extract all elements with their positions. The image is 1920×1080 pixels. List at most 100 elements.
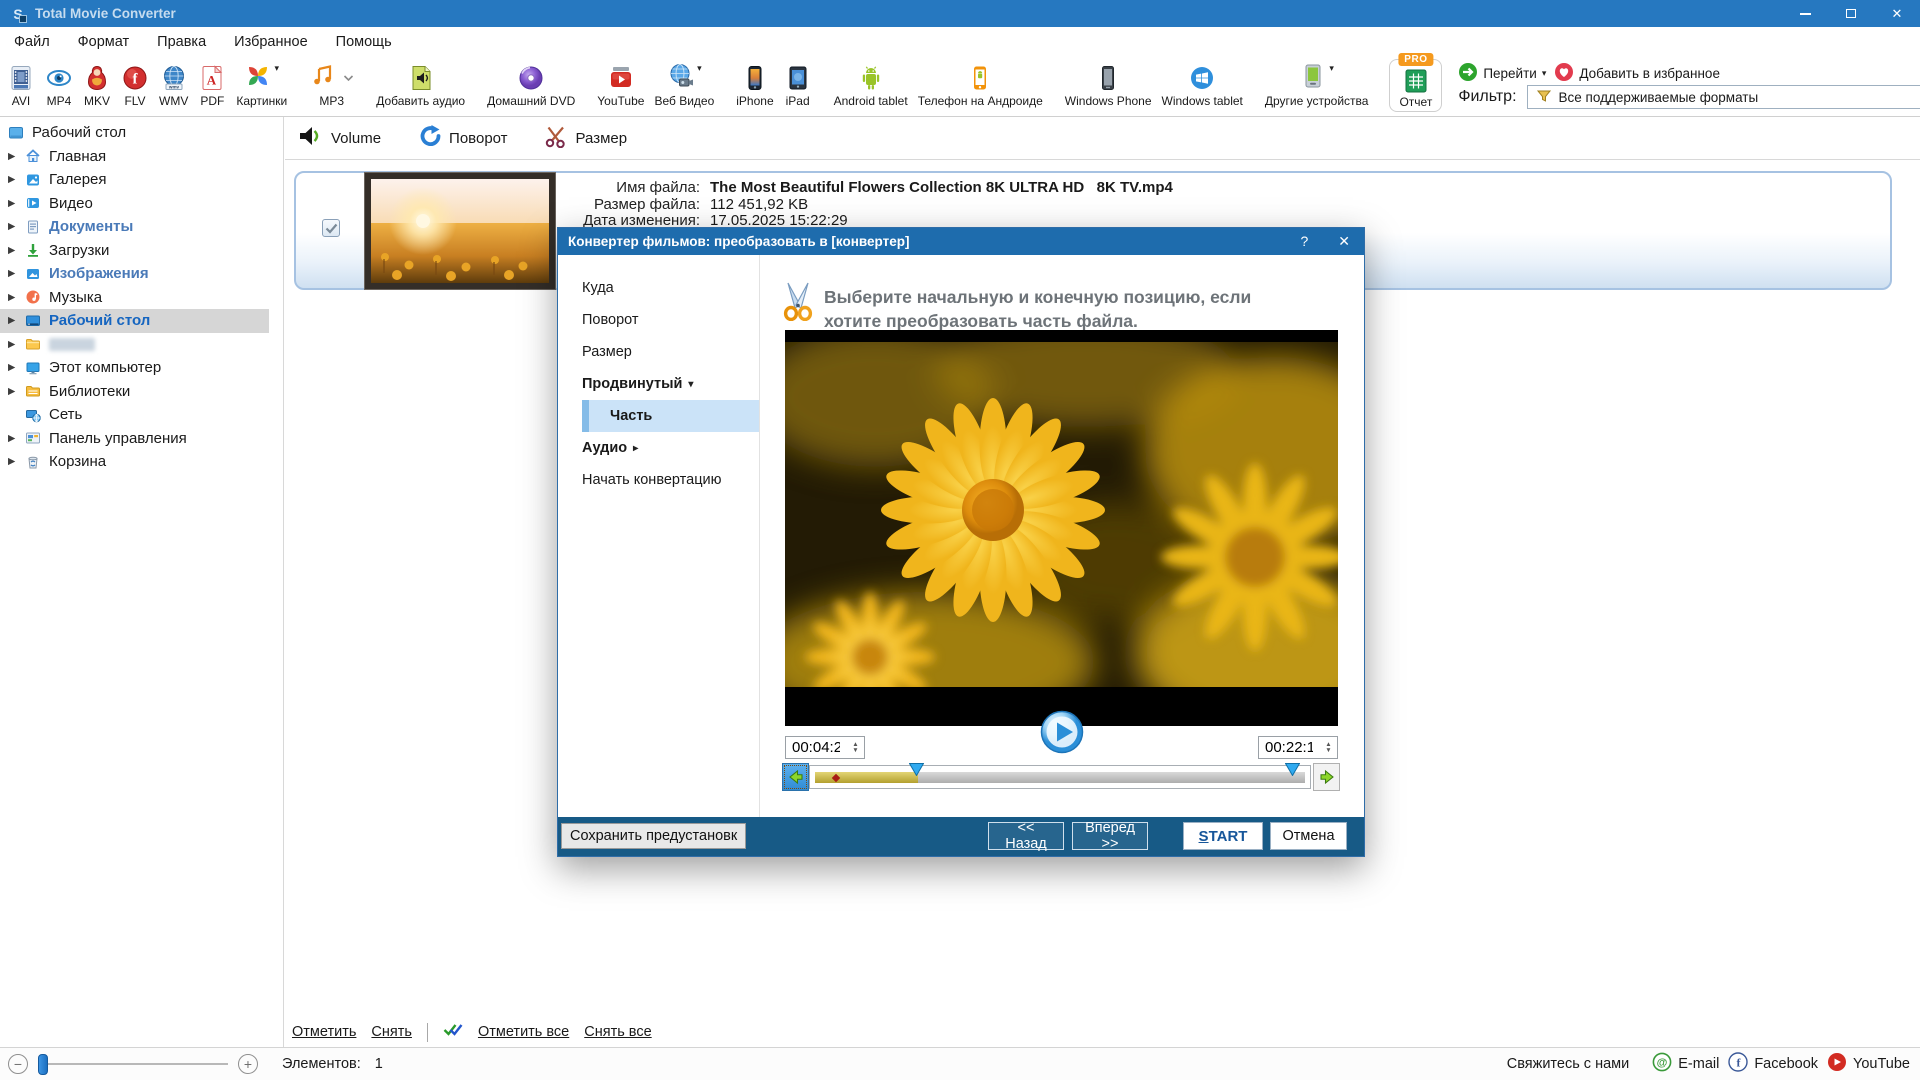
rotate-button[interactable]: Поворот <box>417 124 508 152</box>
goto-button[interactable]: Перейти ▾ <box>1458 62 1546 85</box>
android-phone-button[interactable]: Телефон на Андроиде <box>913 56 1048 116</box>
spinner-arrows-icon[interactable]: ▲▼ <box>849 742 864 753</box>
sidebar-item-control-panel[interactable]: ▶ Панель управления <box>0 427 269 451</box>
back-button[interactable]: << Назад <box>988 822 1064 850</box>
convert-mp3-button[interactable]: MP3 <box>304 56 359 116</box>
trim-range-slider[interactable] <box>809 765 1311 789</box>
forward-button[interactable]: Вперед >> <box>1072 822 1148 850</box>
save-preset-button[interactable]: Сохранить предустановк <box>561 823 746 849</box>
expand-arrow-icon[interactable]: ▶ <box>8 386 25 397</box>
start-button[interactable]: START <box>1183 822 1263 850</box>
iphone-button[interactable]: iPhone <box>731 56 778 116</box>
menu-format[interactable]: Формат <box>64 34 144 50</box>
zoom-slider[interactable] <box>38 1063 228 1065</box>
expand-arrow-icon[interactable]: ▶ <box>8 315 25 326</box>
end-time-input[interactable] <box>1259 738 1315 757</box>
expand-arrow-icon[interactable]: ▶ <box>8 151 25 162</box>
convert-wmv-button[interactable]: wmv WMV <box>154 56 193 116</box>
sidebar-item-folder-redacted[interactable]: ▶ <box>0 333 269 357</box>
expand-arrow-icon[interactable]: ▶ <box>8 292 25 303</box>
close-button[interactable]: ✕ <box>1874 0 1920 27</box>
youtube-link[interactable]: YouTube <box>1827 1052 1910 1076</box>
menu-help[interactable]: Помощь <box>322 34 406 50</box>
expand-arrow-icon[interactable]: ▶ <box>8 456 25 467</box>
convert-mkv-button[interactable]: MKV <box>78 56 116 116</box>
other-devices-button[interactable]: ▾ Другие устройства <box>1260 56 1374 116</box>
dialog-nav-size[interactable]: Размер <box>558 336 759 368</box>
expand-arrow-icon[interactable]: ▶ <box>8 174 25 185</box>
start-handle-icon[interactable] <box>909 763 924 776</box>
end-time-spinbox[interactable]: ▲▼ <box>1258 736 1338 759</box>
expand-arrow-icon[interactable]: ▶ <box>8 198 25 209</box>
dialog-nav-audio[interactable]: Аудио▸ <box>558 432 759 464</box>
convert-mp4-button[interactable]: MP4 <box>40 56 78 116</box>
resize-button[interactable]: Размер <box>544 124 628 152</box>
add-favorite-button[interactable]: Добавить в избранное <box>1554 62 1720 85</box>
zoom-out-button[interactable]: − <box>8 1054 28 1074</box>
expand-arrow-icon[interactable]: ▶ <box>8 339 25 350</box>
volume-button[interactable]: Volume <box>297 123 381 153</box>
sidebar-item-downloads[interactable]: ▶ Загрузки <box>0 239 269 263</box>
dialog-close-button[interactable]: ✕ <box>1338 233 1350 250</box>
sidebar-item-desktop-selected[interactable]: ▶ Рабочий стол <box>0 309 269 333</box>
windows-tablet-button[interactable]: Windows tablet <box>1157 56 1248 116</box>
expand-arrow-icon[interactable]: ▶ <box>8 221 25 232</box>
web-video-button[interactable]: ▾ Веб Видео <box>649 56 719 116</box>
sidebar-item-home[interactable]: ▶ Главная <box>0 145 269 169</box>
youtube-button[interactable]: YouTube <box>592 56 649 116</box>
facebook-link[interactable]: f Facebook <box>1728 1052 1818 1076</box>
cancel-button[interactable]: Отмена <box>1270 822 1347 850</box>
sidebar-item-gallery[interactable]: ▶ Галерея <box>0 168 269 192</box>
maximize-button[interactable] <box>1828 0 1874 27</box>
dialog-nav-advanced[interactable]: Продвинутый▾ <box>558 368 759 400</box>
check-link[interactable]: Отметить <box>292 1024 356 1040</box>
add-audio-button[interactable]: Добавить аудио <box>371 56 470 116</box>
toolbar-label: Веб Видео <box>654 94 714 108</box>
ipad-button[interactable]: iPad <box>779 56 817 116</box>
report-button[interactable]: Отчет <box>1394 62 1437 111</box>
play-button[interactable] <box>1040 710 1084 754</box>
minimize-button[interactable] <box>1782 0 1828 27</box>
end-handle-icon[interactable] <box>1285 763 1300 776</box>
sidebar-item-music[interactable]: ▶ Музыка <box>0 286 269 310</box>
expand-arrow-icon[interactable]: ▶ <box>8 268 25 279</box>
convert-pictures-button[interactable]: ▾ Картинки <box>231 56 292 116</box>
dialog-nav-destination[interactable]: Куда <box>558 272 759 304</box>
home-dvd-button[interactable]: Домашний DVD <box>482 56 580 116</box>
spinner-arrows-icon[interactable]: ▲▼ <box>1322 742 1337 753</box>
start-time-spinbox[interactable]: ▲▼ <box>785 736 865 759</box>
expand-arrow-icon[interactable]: ▶ <box>8 433 25 444</box>
uncheck-all-link[interactable]: Снять все <box>584 1024 651 1040</box>
email-link[interactable]: @ E-mail <box>1652 1052 1719 1076</box>
step-back-button[interactable] <box>782 763 809 791</box>
windows-phone-button[interactable]: Windows Phone <box>1060 56 1157 116</box>
menu-file[interactable]: Файл <box>0 34 64 50</box>
dialog-nav-rotate[interactable]: Поворот <box>558 304 759 336</box>
start-time-input[interactable] <box>786 738 842 757</box>
sidebar-item-recycle-bin[interactable]: ▶ Корзина <box>0 450 269 474</box>
zoom-in-button[interactable]: + <box>238 1054 258 1074</box>
dialog-nav-start-conversion[interactable]: Начать конвертацию <box>558 464 759 496</box>
check-all-link[interactable]: Отметить все <box>478 1024 569 1040</box>
expand-arrow-icon[interactable]: ▶ <box>8 362 25 373</box>
sidebar-item-libraries[interactable]: ▶ Библиотеки <box>0 380 269 404</box>
convert-pdf-button[interactable]: A PDF <box>193 56 231 116</box>
expand-arrow-icon[interactable]: ▶ <box>8 245 25 256</box>
dialog-help-button[interactable]: ? <box>1300 233 1308 250</box>
android-tablet-button[interactable]: Android tablet <box>829 56 913 116</box>
sidebar-item-images[interactable]: ▶ Изображения <box>0 262 269 286</box>
sidebar-item-network[interactable]: Сеть <box>0 403 269 427</box>
sidebar-item-desktop-root[interactable]: Рабочий стол <box>0 121 269 145</box>
convert-avi-button[interactable]: AVI <box>2 56 40 116</box>
sidebar-item-video[interactable]: ▶ Видео <box>0 192 269 216</box>
dialog-nav-part[interactable]: Часть <box>582 400 759 432</box>
format-filter-combobox[interactable]: Все поддерживаемые форматы <box>1527 85 1920 109</box>
sidebar-item-documents[interactable]: ▶ Документы <box>0 215 269 239</box>
convert-flv-button[interactable]: f FLV <box>116 56 154 116</box>
menu-edit[interactable]: Правка <box>143 34 220 50</box>
menu-favorites[interactable]: Избранное <box>220 34 321 50</box>
uncheck-link[interactable]: Снять <box>371 1024 412 1040</box>
sidebar-item-this-pc[interactable]: ▶ Этот компьютер <box>0 356 269 380</box>
zoom-slider-handle[interactable] <box>38 1054 48 1075</box>
step-forward-button[interactable] <box>1313 763 1340 791</box>
